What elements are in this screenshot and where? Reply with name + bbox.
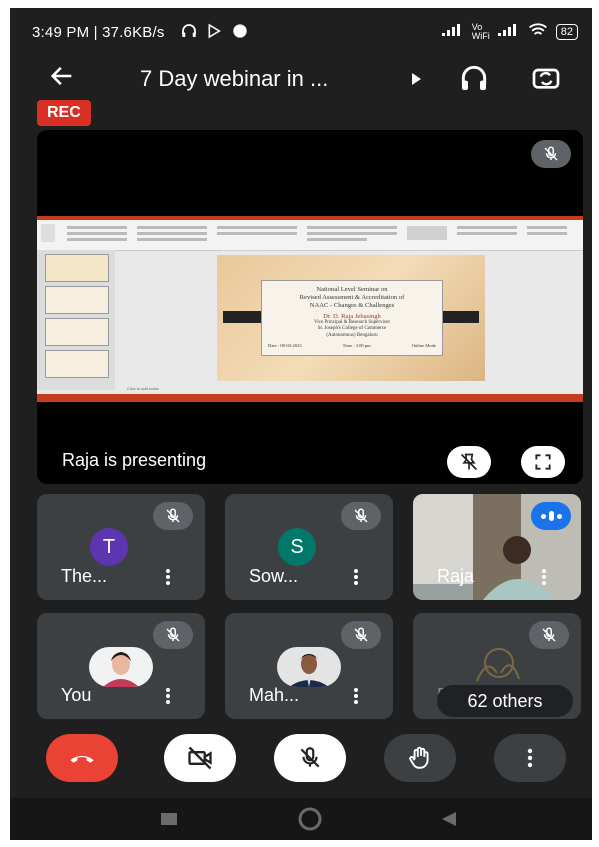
more-options-icon[interactable]	[353, 687, 359, 705]
mic-off-icon	[354, 627, 368, 642]
participant-tile[interactable]: S Sow...	[225, 494, 393, 600]
home-icon[interactable]	[298, 807, 322, 831]
slide-location: (Autonomous) Bengaluru	[326, 332, 378, 338]
more-options-icon[interactable]	[165, 687, 171, 705]
presenter-mic-off	[531, 140, 571, 168]
recording-badge: REC	[37, 100, 91, 126]
slide-title-2: Revised Assessment & Accreditation of	[299, 294, 405, 301]
avatar: T	[90, 528, 128, 566]
mic-off-badge	[341, 621, 381, 649]
participant-name: Raja	[437, 566, 475, 586]
system-nav-bar	[10, 798, 592, 840]
mic-toggle-button[interactable]	[274, 734, 346, 782]
phone-hangup-icon	[70, 755, 94, 763]
call-controls	[10, 728, 592, 788]
others-count: 62 others	[467, 690, 543, 711]
status-time: 3:49 PM | 37.6KB/s	[32, 24, 165, 41]
camera-toggle-button[interactable]	[164, 734, 236, 782]
participant-tile[interactable]: Mah...	[225, 613, 393, 719]
avatar: S	[278, 528, 316, 566]
phone-screen: 3:49 PM | 37.6KB/s Vo WiFi 82 7 Day webi…	[10, 8, 592, 840]
more-options-icon[interactable]	[353, 568, 359, 586]
meeting-top-bar: 7 Day webinar in ...	[10, 54, 592, 106]
vowifi-label: Vo WiFi	[471, 21, 490, 41]
mic-off-icon	[354, 508, 368, 523]
mic-off-badge	[341, 502, 381, 530]
back-arrow-icon[interactable]	[48, 62, 76, 97]
participant-name: The...	[61, 566, 108, 586]
powerpoint-status-bar	[37, 394, 583, 402]
more-options-button[interactable]	[494, 734, 566, 782]
mic-off-badge	[529, 621, 569, 649]
more-options-icon[interactable]	[541, 568, 547, 586]
participant-name: Sow...	[249, 566, 299, 586]
signal-icon	[441, 24, 464, 39]
fullscreen-icon	[535, 454, 551, 470]
speaking-indicator	[531, 502, 571, 530]
battery-indicator: 82	[555, 23, 578, 40]
signal-icon-2	[497, 24, 520, 39]
slide-mode: Online Mode	[411, 343, 436, 349]
powerpoint-ribbon	[37, 216, 583, 251]
slide-thumbnail	[45, 254, 109, 282]
avatar-photo	[89, 647, 153, 687]
mic-off-icon	[300, 747, 320, 768]
wifi-icon	[528, 22, 548, 41]
presenter-label: Raja is presenting	[62, 450, 207, 470]
slide-date: Date : 08-03-2023	[268, 343, 302, 349]
mic-off-icon	[166, 627, 180, 642]
more-options-icon[interactable]	[165, 568, 171, 586]
slide-time: Time : 3.00 pm	[342, 343, 371, 349]
mic-off-badge	[153, 621, 193, 649]
mic-off-icon	[542, 627, 556, 642]
mic-off-icon	[544, 146, 558, 161]
camera-off-icon	[188, 746, 212, 770]
slide-title-1: National Level Seminar on	[316, 286, 388, 293]
participant-tile-self[interactable]: You	[37, 613, 205, 719]
notes-placeholder: Click to add notes	[127, 386, 159, 391]
more-options-icon	[527, 748, 533, 768]
recents-icon[interactable]	[160, 812, 178, 826]
mic-off-badge	[153, 502, 193, 530]
back-icon[interactable]	[440, 810, 458, 828]
status-bar: 3:49 PM | 37.6KB/s Vo WiFi 82	[10, 8, 592, 54]
status-icons: Vo WiFi 82	[441, 21, 578, 41]
current-slide: National Level Seminar on Revised Assess…	[217, 255, 485, 381]
slide-thumbnail	[45, 318, 109, 346]
participant-tile[interactable]: T The...	[37, 494, 205, 600]
shared-screen: National Level Seminar on Revised Assess…	[37, 216, 583, 402]
meeting-title[interactable]: 7 Day webinar in ...	[140, 66, 328, 92]
switch-camera-icon[interactable]	[530, 62, 564, 96]
slide-thumbnail	[45, 286, 109, 314]
end-call-button[interactable]	[46, 734, 118, 782]
slide-thumbnails	[37, 250, 115, 390]
audio-output-icon[interactable]	[458, 62, 492, 96]
unpin-icon	[460, 453, 478, 471]
mic-off-icon	[166, 508, 180, 523]
participant-name: Mah...	[249, 685, 300, 705]
headphone-status-icon	[180, 22, 198, 44]
presentation-tile[interactable]: National Level Seminar on Revised Assess…	[37, 130, 583, 484]
slide-speaker: Dr. D. Raja Jebasingh	[323, 313, 381, 320]
participant-tile-video[interactable]: Raja	[413, 494, 581, 600]
fullscreen-button[interactable]	[521, 446, 565, 478]
caret-right-icon[interactable]	[410, 72, 422, 89]
participant-name: You	[61, 685, 92, 705]
slide-thumbnail	[45, 350, 109, 378]
hand-icon	[409, 746, 429, 769]
raise-hand-button[interactable]	[384, 734, 456, 782]
unpin-button[interactable]	[447, 446, 491, 478]
play-status-icon	[206, 23, 222, 43]
slide-card: National Level Seminar on Revised Assess…	[261, 280, 443, 356]
others-tile[interactable]: Raj 62 others	[413, 613, 581, 719]
record-dot-icon	[232, 23, 248, 43]
avatar-photo	[277, 647, 341, 687]
others-count-badge[interactable]: 62 others	[437, 685, 573, 717]
slide-title-3: NAAC - Changes & Challenges	[309, 302, 395, 309]
ribbon-controls	[41, 224, 567, 242]
